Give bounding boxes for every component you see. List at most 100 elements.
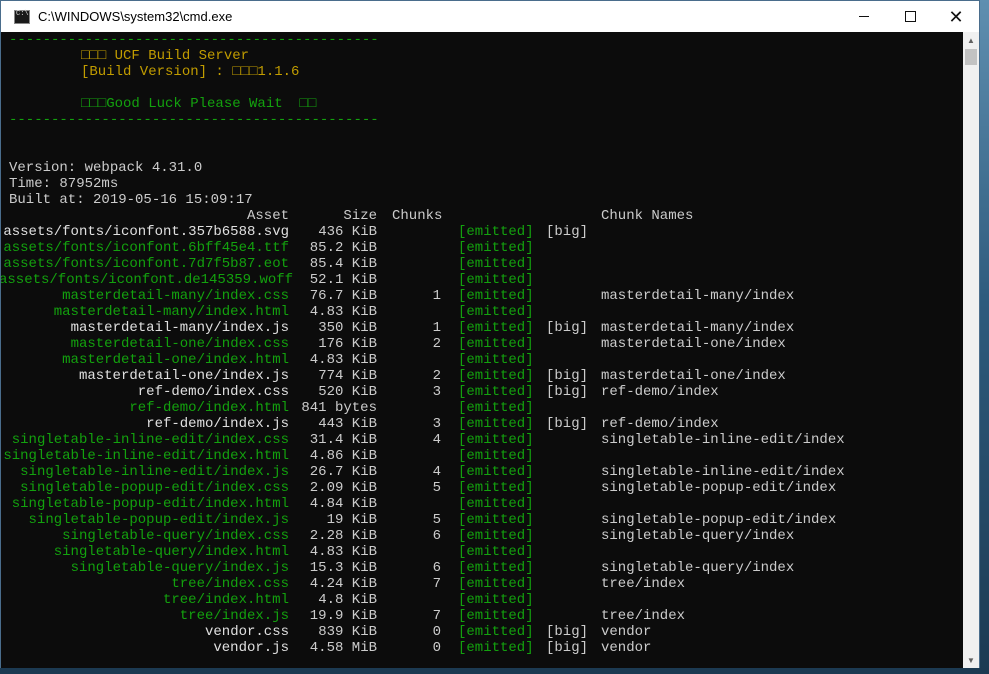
- row-chunk: 4: [432, 432, 441, 448]
- row-asset: ref-demo/index.js: [146, 416, 289, 432]
- row-size: 841 bytes: [301, 400, 377, 416]
- row-asset: masterdetail-one/index.css: [70, 336, 289, 352]
- console-output[interactable]: ----------------------------------------…: [1, 32, 964, 668]
- row-chunk-name: masterdetail-one/index: [601, 368, 786, 384]
- row-status-emitted: [emitted]: [458, 640, 534, 656]
- built-at: Built at: 2019-05-16 15:09:17: [9, 192, 253, 208]
- row-chunk: 2: [432, 336, 441, 352]
- close-button[interactable]: ✕: [933, 1, 979, 32]
- row-chunk-name: singletable-query/index: [601, 560, 795, 576]
- row-size: 26.7 KiB: [309, 464, 377, 480]
- row-status-emitted: [emitted]: [458, 608, 534, 624]
- header-size: Size: [343, 208, 377, 224]
- row-big-flag: [big]: [546, 320, 589, 336]
- scrollbar-thumb[interactable]: [965, 49, 977, 65]
- row-chunk-name: singletable-inline-edit/index: [601, 464, 845, 480]
- maximize-button[interactable]: [887, 1, 933, 32]
- cmd-window: C:\WINDOWS\system32\cmd.exe ✕ ----------…: [0, 0, 980, 668]
- row-size: 19.9 KiB: [309, 608, 377, 624]
- row-chunk-name: vendor: [601, 640, 652, 656]
- row-chunk-name: singletable-inline-edit/index: [601, 432, 845, 448]
- row-asset: singletable-query/index.css: [62, 528, 289, 544]
- row-chunk: 6: [432, 560, 441, 576]
- row-chunk: 2: [432, 368, 441, 384]
- row-size: 4.86 KiB: [309, 448, 377, 464]
- row-size: 176 KiB: [318, 336, 377, 352]
- build-time: Time: 87952ms: [9, 176, 119, 192]
- banner-good-luck: □□□Good Luck Please Wait □□: [81, 96, 317, 112]
- row-size: 4.84 KiB: [309, 496, 377, 512]
- row-chunk: 5: [432, 480, 441, 496]
- row-status-emitted: [emitted]: [458, 336, 534, 352]
- row-size: 436 KiB: [318, 224, 377, 240]
- row-asset: singletable-popup-edit/index.css: [20, 480, 289, 496]
- row-asset: assets/fonts/iconfont.de145359.woff: [1, 272, 294, 288]
- row-asset: masterdetail-one/index.html: [62, 352, 289, 368]
- row-asset: tree/index.html: [162, 592, 289, 608]
- arrow-down-icon[interactable]: ▼: [963, 652, 979, 668]
- row-chunk: 7: [432, 576, 441, 592]
- row-chunk: 0: [432, 624, 441, 640]
- row-status-emitted: [emitted]: [458, 576, 534, 592]
- row-asset: singletable-popup-edit/index.js: [28, 512, 289, 528]
- title-bar[interactable]: C:\WINDOWS\system32\cmd.exe ✕: [1, 1, 979, 32]
- row-status-emitted: [emitted]: [458, 304, 534, 320]
- minimize-button[interactable]: [841, 1, 887, 32]
- row-size: 15.3 KiB: [309, 560, 377, 576]
- row-chunk: 3: [432, 416, 441, 432]
- row-status-emitted: [emitted]: [458, 320, 534, 336]
- banner-divider-bottom: ----------------------------------------…: [9, 112, 379, 128]
- row-size: 774 KiB: [318, 368, 377, 384]
- row-status-emitted: [emitted]: [458, 528, 534, 544]
- cmd-app-icon[interactable]: [14, 9, 30, 24]
- row-status-emitted: [emitted]: [458, 624, 534, 640]
- row-asset: masterdetail-one/index.js: [78, 368, 289, 384]
- row-asset: assets/fonts/iconfont.7d7f5b87.eot: [3, 256, 289, 272]
- row-asset: tree/index.js: [179, 608, 289, 624]
- row-status-emitted: [emitted]: [458, 352, 534, 368]
- vertical-scrollbar[interactable]: ▲ ▼: [963, 32, 979, 668]
- row-chunk-name: tree/index: [601, 608, 686, 624]
- close-icon: ✕: [948, 6, 964, 27]
- row-size: 4.83 KiB: [309, 304, 377, 320]
- row-asset: ref-demo/index.css: [137, 384, 289, 400]
- row-big-flag: [big]: [546, 416, 589, 432]
- row-asset: singletable-inline-edit/index.html: [3, 448, 289, 464]
- banner-divider-top: ----------------------------------------…: [9, 32, 379, 48]
- row-asset: ref-demo/index.html: [129, 400, 289, 416]
- row-chunk-name: singletable-popup-edit/index: [601, 512, 837, 528]
- minimize-icon: [859, 16, 869, 17]
- row-asset: singletable-query/index.js: [70, 560, 289, 576]
- row-size: 4.8 KiB: [318, 592, 377, 608]
- webpack-version: Version: webpack 4.31.0: [9, 160, 203, 176]
- arrow-up-icon[interactable]: ▲: [963, 32, 979, 48]
- row-size: 443 KiB: [318, 416, 377, 432]
- row-status-emitted: [emitted]: [458, 288, 534, 304]
- row-chunk-name: ref-demo/index: [601, 384, 719, 400]
- row-chunk: 1: [432, 288, 441, 304]
- row-status-emitted: [emitted]: [458, 272, 534, 288]
- row-status-emitted: [emitted]: [458, 496, 534, 512]
- row-chunk: 3: [432, 384, 441, 400]
- row-asset: masterdetail-many/index.js: [70, 320, 289, 336]
- row-status-emitted: [emitted]: [458, 592, 534, 608]
- row-size: 4.83 KiB: [309, 352, 377, 368]
- row-size: 31.4 KiB: [309, 432, 377, 448]
- header-asset: Asset: [246, 208, 289, 224]
- row-status-emitted: [emitted]: [458, 512, 534, 528]
- banner-title: □□□ UCF Build Server: [81, 48, 250, 64]
- row-big-flag: [big]: [546, 640, 589, 656]
- row-asset: singletable-query/index.html: [53, 544, 289, 560]
- row-status-emitted: [emitted]: [458, 560, 534, 576]
- header-chunk-names: Chunk Names: [601, 208, 694, 224]
- row-size: 4.83 KiB: [309, 544, 377, 560]
- window-title: C:\WINDOWS\system32\cmd.exe: [38, 9, 233, 24]
- row-chunk-name: vendor: [601, 624, 652, 640]
- row-asset: masterdetail-many/index.html: [53, 304, 289, 320]
- row-size: 85.2 KiB: [309, 240, 377, 256]
- row-chunk: 5: [432, 512, 441, 528]
- row-asset: vendor.js: [213, 640, 289, 656]
- row-chunk: 1: [432, 320, 441, 336]
- row-status-emitted: [emitted]: [458, 416, 534, 432]
- row-size: 52.1 KiB: [309, 272, 377, 288]
